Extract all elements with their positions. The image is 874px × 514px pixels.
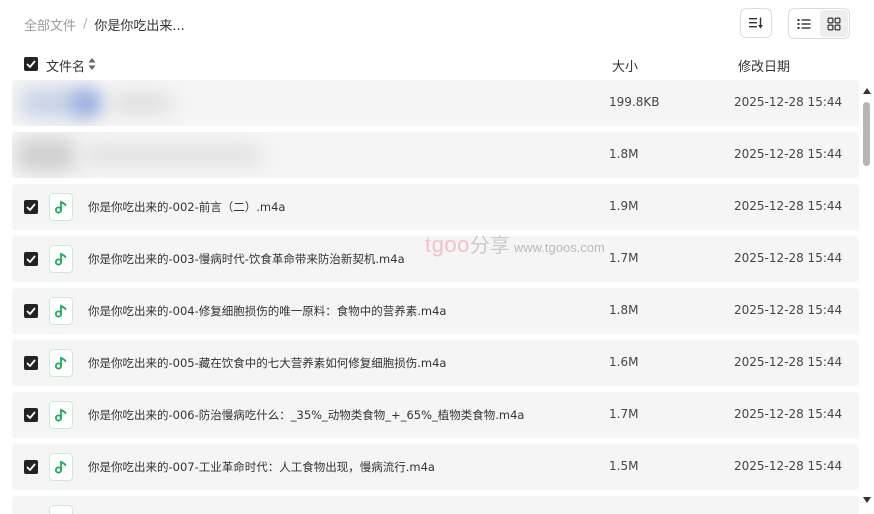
table-row[interactable]: [12, 496, 859, 514]
scrollbar[interactable]: [860, 80, 874, 514]
breadcrumb-current: 你是你吃出来...: [94, 19, 185, 34]
file-size: 1.5M: [609, 459, 639, 473]
view-toggle: [788, 8, 850, 39]
row-checkbox[interactable]: [24, 460, 38, 474]
audio-file-icon: [49, 505, 73, 514]
table-row[interactable]: 你是你吃出来的-004-修复细胞损伤的唯一原料：食物中的营养素.m4a 1.8M…: [12, 288, 859, 334]
row-checkbox[interactable]: [24, 408, 38, 422]
check-icon: [26, 359, 36, 367]
table-row[interactable]: 你是你吃出来的-007-工业革命时代：人工食物出现，慢病流行.m4a 1.5M …: [12, 444, 859, 490]
scroll-down-arrow-icon[interactable]: [863, 497, 871, 503]
row-checkbox[interactable]: [24, 356, 38, 370]
check-icon: [26, 203, 36, 211]
file-list: 199.8KB 2025-12-28 15:44 1.8M 2025-12-28…: [0, 80, 860, 514]
file-size: 1.6M: [609, 355, 639, 369]
music-note-icon: [55, 252, 67, 266]
table-row[interactable]: 199.8KB 2025-12-28 15:44: [12, 80, 859, 126]
audio-file-icon: [49, 193, 73, 221]
check-icon: [26, 411, 36, 419]
table-row[interactable]: 1.8M 2025-12-28 15:44: [12, 132, 859, 178]
audio-file-icon: [49, 453, 73, 481]
file-size: 1.9M: [609, 199, 639, 213]
file-size: 1.8M: [609, 303, 639, 317]
table-row[interactable]: 你是你吃出来的-006-防治慢病吃什么：_35%_动物类食物_+_65%_植物类…: [12, 392, 859, 438]
file-date: 2025-12-28 15:44: [734, 407, 843, 421]
column-header-size[interactable]: 大小: [612, 56, 638, 75]
file-date: 2025-12-28 15:44: [734, 251, 843, 265]
file-size: 1.7M: [609, 407, 639, 421]
audio-file-icon: [49, 245, 73, 273]
music-note-icon: [55, 460, 67, 474]
row-checkbox[interactable]: [24, 200, 38, 214]
grid-view-icon: [827, 17, 841, 30]
sort-icon: [749, 17, 763, 29]
blurred-content: [12, 80, 312, 126]
column-header-name[interactable]: 文件名: [46, 56, 85, 75]
scrollbar-thumb[interactable]: [863, 102, 870, 166]
blurred-content: [12, 132, 312, 178]
grid-view-button[interactable]: [820, 10, 848, 37]
breadcrumb-root-link[interactable]: 全部文件: [24, 15, 76, 34]
table-row[interactable]: 你是你吃出来的-002-前言（二）.m4a 1.9M 2025-12-28 15…: [12, 184, 859, 230]
file-date: 2025-12-28 15:44: [734, 355, 843, 369]
file-size: 1.7M: [609, 251, 639, 265]
file-date: 2025-12-28 15:44: [734, 303, 843, 317]
table-row[interactable]: 你是你吃出来的-005-藏在饮食中的七大营养素如何修复细胞损伤.m4a 1.6M…: [12, 340, 859, 386]
music-note-icon: [55, 408, 67, 422]
music-note-icon: [55, 356, 67, 370]
column-header-date[interactable]: 修改日期: [738, 56, 790, 75]
file-date: 2025-12-28 15:44: [734, 147, 843, 161]
list-view-icon: [797, 18, 811, 29]
audio-file-icon: [49, 401, 73, 429]
audio-file-icon: [49, 297, 73, 325]
file-name[interactable]: 你是你吃出来的-006-防治慢病吃什么：_35%_动物类食物_+_65%_植物类…: [88, 407, 524, 423]
file-size: 1.8M: [609, 147, 639, 161]
music-note-icon: [55, 200, 67, 214]
file-date: 2025-12-28 15:44: [734, 95, 843, 109]
table-row[interactable]: 你是你吃出来的-003-慢病时代-饮食革命带来防治新契机.m4a 1.7M 20…: [12, 236, 859, 282]
breadcrumb-separator: /: [83, 17, 88, 32]
file-date: 2025-12-28 15:44: [734, 199, 843, 213]
table-header: 文件名 大小 修改日期: [0, 50, 874, 78]
file-name[interactable]: 你是你吃出来的-003-慢病时代-饮食革命带来防治新契机.m4a: [88, 251, 405, 267]
row-checkbox[interactable]: [24, 304, 38, 318]
breadcrumb: 全部文件 / 你是你吃出来...: [24, 15, 185, 34]
file-size: 199.8KB: [609, 95, 660, 109]
audio-file-icon: [49, 349, 73, 377]
select-all-checkbox[interactable]: [24, 57, 38, 71]
row-checkbox[interactable]: [24, 252, 38, 266]
check-icon: [26, 60, 36, 68]
music-note-icon: [55, 304, 67, 318]
file-name[interactable]: 你是你吃出来的-005-藏在饮食中的七大营养素如何修复细胞损伤.m4a: [88, 355, 446, 371]
sort-arrows-icon[interactable]: [88, 57, 96, 71]
file-name[interactable]: 你是你吃出来的-002-前言（二）.m4a: [88, 199, 285, 215]
check-icon: [26, 463, 36, 471]
check-icon: [26, 307, 36, 315]
file-date: 2025-12-28 15:44: [734, 459, 843, 473]
check-icon: [26, 255, 36, 263]
file-name[interactable]: 你是你吃出来的-004-修复细胞损伤的唯一原料：食物中的营养素.m4a: [88, 303, 446, 319]
sort-button[interactable]: [740, 8, 772, 38]
file-name[interactable]: 你是你吃出来的-007-工业革命时代：人工食物出现，慢病流行.m4a: [88, 459, 435, 475]
list-view-button[interactable]: [790, 10, 818, 37]
scroll-up-arrow-icon[interactable]: [863, 88, 871, 94]
